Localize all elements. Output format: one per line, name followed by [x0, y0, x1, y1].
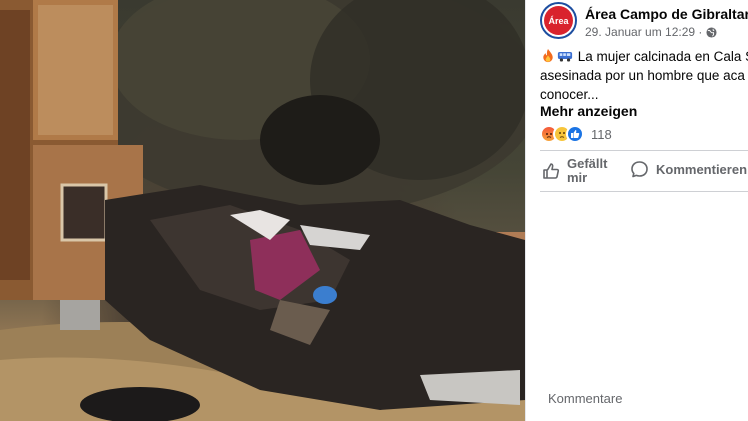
post-text: La mujer calcinada en Cala S asesinada p…: [540, 47, 748, 104]
comment-button[interactable]: Kommentieren: [630, 160, 747, 179]
comments-section-label: Kommentare: [548, 391, 623, 406]
burned-van-photo: [0, 0, 525, 421]
like-button-label: Gefällt mir: [567, 156, 608, 185]
comment-button-label: Kommentieren: [656, 162, 748, 177]
thumbs-up-icon: [543, 163, 560, 179]
post-header: Área Área Campo de Gibraltar 29. Januar …: [540, 2, 748, 39]
post-date-link[interactable]: 29. Januar um 12:29 ·: [585, 25, 702, 39]
bus-icon: [557, 51, 573, 62]
see-more-button[interactable]: Mehr anzeigen: [540, 103, 637, 119]
divider: [540, 150, 748, 151]
post-text-line-1: La mujer calcinada en Cala S: [577, 49, 748, 64]
like-reaction-icon: [566, 125, 584, 143]
avatar-logo: Área: [544, 6, 573, 35]
reactions-summary[interactable]: 118: [540, 124, 612, 144]
post-text-line-3: conocer...: [540, 87, 599, 102]
post-photo[interactable]: [0, 0, 525, 421]
globe-icon: [706, 26, 717, 38]
comment-bubble-icon: [631, 161, 648, 178]
fire-icon: [543, 48, 553, 63]
post-meta: 29. Januar um 12:29 ·: [585, 25, 717, 39]
like-button[interactable]: Gefällt mir: [542, 156, 622, 186]
reaction-count: 118: [591, 126, 612, 142]
page-name-link[interactable]: Área Campo de Gibraltar: [585, 6, 748, 22]
divider: [540, 191, 748, 192]
post-panel: Área Área Campo de Gibraltar 29. Januar …: [525, 0, 748, 421]
post-text-line-2: asesinada por un hombre que aca: [540, 68, 745, 83]
page-avatar[interactable]: Área: [540, 2, 577, 39]
